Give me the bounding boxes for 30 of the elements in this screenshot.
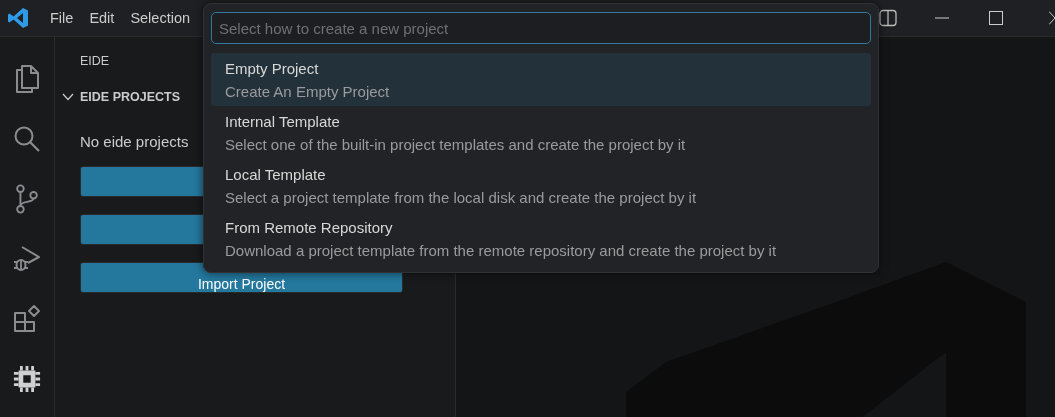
item-label: Internal Template [225,112,341,130]
item-description: Select one of the built-in project templates and create the project by it [225,135,687,153]
files-icon[interactable] [13,64,41,94]
item-label: From Remote Repository [225,218,394,236]
app-logo-icon [6,6,30,30]
item-description: Select a project template from the local disk and create the project by it [225,188,698,206]
search-field[interactable]: Select how to create a new project [211,12,871,44]
quick-pick-item[interactable]: Local Template Select a project template from the local disk and create the project by it [211,159,871,212]
source-control-icon[interactable] [13,184,41,214]
quick-pick-item[interactable]: Internal Template Select one of the built-in project templates and create the project by it [211,106,871,159]
empty-message: No eide projects [80,133,189,150]
item-label: Empty Project [225,59,320,77]
section-title[interactable]: EIDE PROJECTS [80,90,181,104]
extensions-icon[interactable] [13,304,41,334]
search-icon[interactable] [13,124,41,154]
item-description: Create An Empty Project [225,82,391,100]
sidebar-title: EIDE [80,54,110,70]
close-icon[interactable] [1049,11,1055,25]
item-label: Local Template [225,165,327,183]
chevron-icon[interactable] [62,93,74,101]
run-debug-icon[interactable] [13,244,41,274]
menu-item[interactable]: Selection [122,10,199,26]
item-description: Download a project template from the remote repository and create the project by it [225,241,778,259]
chip-icon[interactable] [13,364,41,394]
menu-item[interactable]: File [42,10,82,26]
quick-pick-item[interactable]: Empty Project Create An Empty Project [211,53,871,106]
quick-pick-item[interactable]: From Remote Repository Download a project template from the remote repository and create the project by it [211,212,871,265]
menu-item[interactable]: Edit [81,10,123,26]
maximize-icon[interactable] [989,11,1003,25]
layout-toggle-icon[interactable] [879,9,897,27]
